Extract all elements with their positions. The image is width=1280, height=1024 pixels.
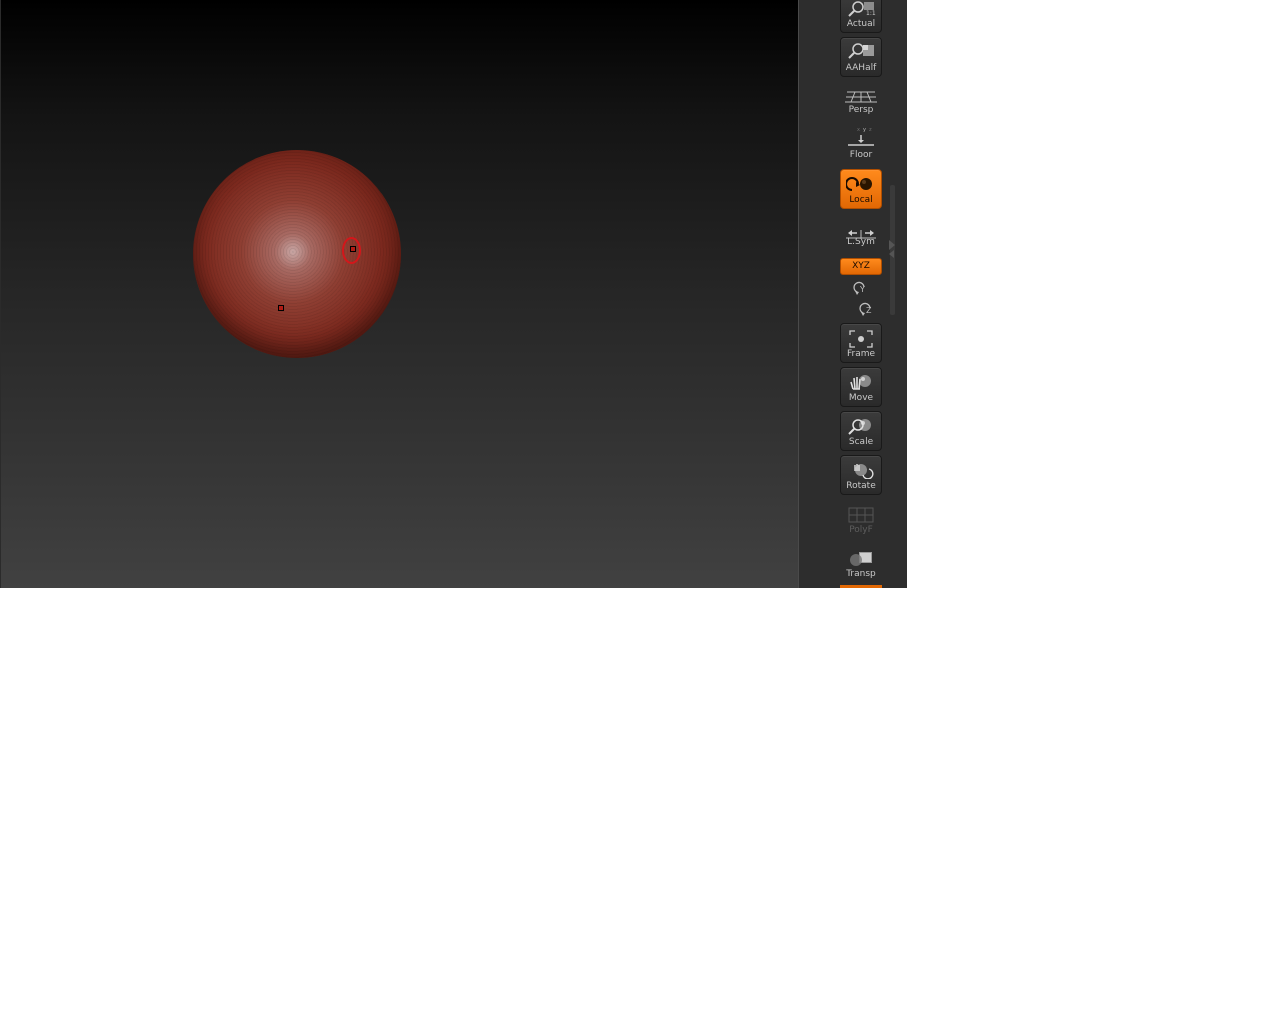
floor-button[interactable]: xyz Floor (840, 124, 882, 164)
floor-icon: xyz (841, 126, 881, 146)
scale-magnify-icon (841, 416, 881, 436)
y-axis-rotation-button[interactable]: Y (851, 280, 869, 296)
actual-button[interactable]: 1:1 Actual (840, 0, 882, 33)
z-axis-label: Z (866, 306, 872, 315)
local-rotate-icon (841, 175, 881, 195)
zbrush-app (0, 0, 907, 588)
magnify-actual-icon: 1:1 (841, 0, 881, 19)
svg-text:z: z (869, 127, 872, 133)
move-label: Move (848, 393, 874, 403)
frame-icon (841, 329, 881, 349)
rotate-icon (841, 460, 881, 480)
next-button-edge (840, 585, 882, 588)
transpose-point[interactable] (278, 305, 284, 311)
move-button[interactable]: Move (840, 367, 882, 407)
xyz-label: XYZ (852, 261, 870, 271)
polyframe-icon (841, 505, 881, 525)
xyz-rotation-button[interactable]: XYZ (840, 258, 882, 275)
scale-button[interactable]: Scale (840, 411, 882, 451)
collapse-arrow-icon[interactable] (889, 250, 894, 258)
brush-cursor-ring (342, 237, 361, 264)
magnify-aahalf-icon (841, 41, 881, 61)
sphere-mesh[interactable] (193, 150, 401, 358)
lsym-button[interactable]: L.Sym (840, 213, 882, 251)
transp-button[interactable]: Transp (840, 543, 882, 583)
local-button[interactable]: Local (840, 169, 882, 209)
svg-text:x: x (857, 127, 860, 133)
expand-arrow-icon[interactable] (889, 240, 895, 250)
transparency-icon (841, 548, 881, 568)
y-axis-label: Y (860, 285, 865, 294)
actual-label: Actual (846, 19, 876, 29)
frame-button[interactable]: Frame (840, 323, 882, 363)
aahalf-label: AAHalf (845, 63, 877, 73)
floor-label: Floor (849, 150, 873, 160)
polyf-label: PolyF (849, 525, 873, 535)
rotate-label: Rotate (846, 481, 876, 491)
document-canvas[interactable] (1, 0, 798, 588)
persp-button[interactable]: Persp (840, 81, 882, 119)
z-axis-rotation-button[interactable]: Z (857, 301, 875, 317)
transp-label: Transp (846, 569, 876, 579)
scale-label: Scale (848, 437, 874, 447)
polyf-button[interactable]: PolyF (840, 499, 882, 539)
svg-text:y: y (863, 127, 866, 133)
perspective-grid-icon (841, 86, 881, 106)
lsym-label: L.Sym (847, 237, 875, 247)
frame-label: Frame (846, 349, 876, 359)
persp-label: Persp (848, 105, 874, 115)
move-hand-icon (841, 372, 881, 392)
rotate-button[interactable]: Rotate (840, 455, 882, 495)
local-label: Local (849, 195, 873, 205)
svg-text:1:1: 1:1 (866, 10, 876, 17)
aahalf-button[interactable]: AAHalf (840, 37, 882, 77)
